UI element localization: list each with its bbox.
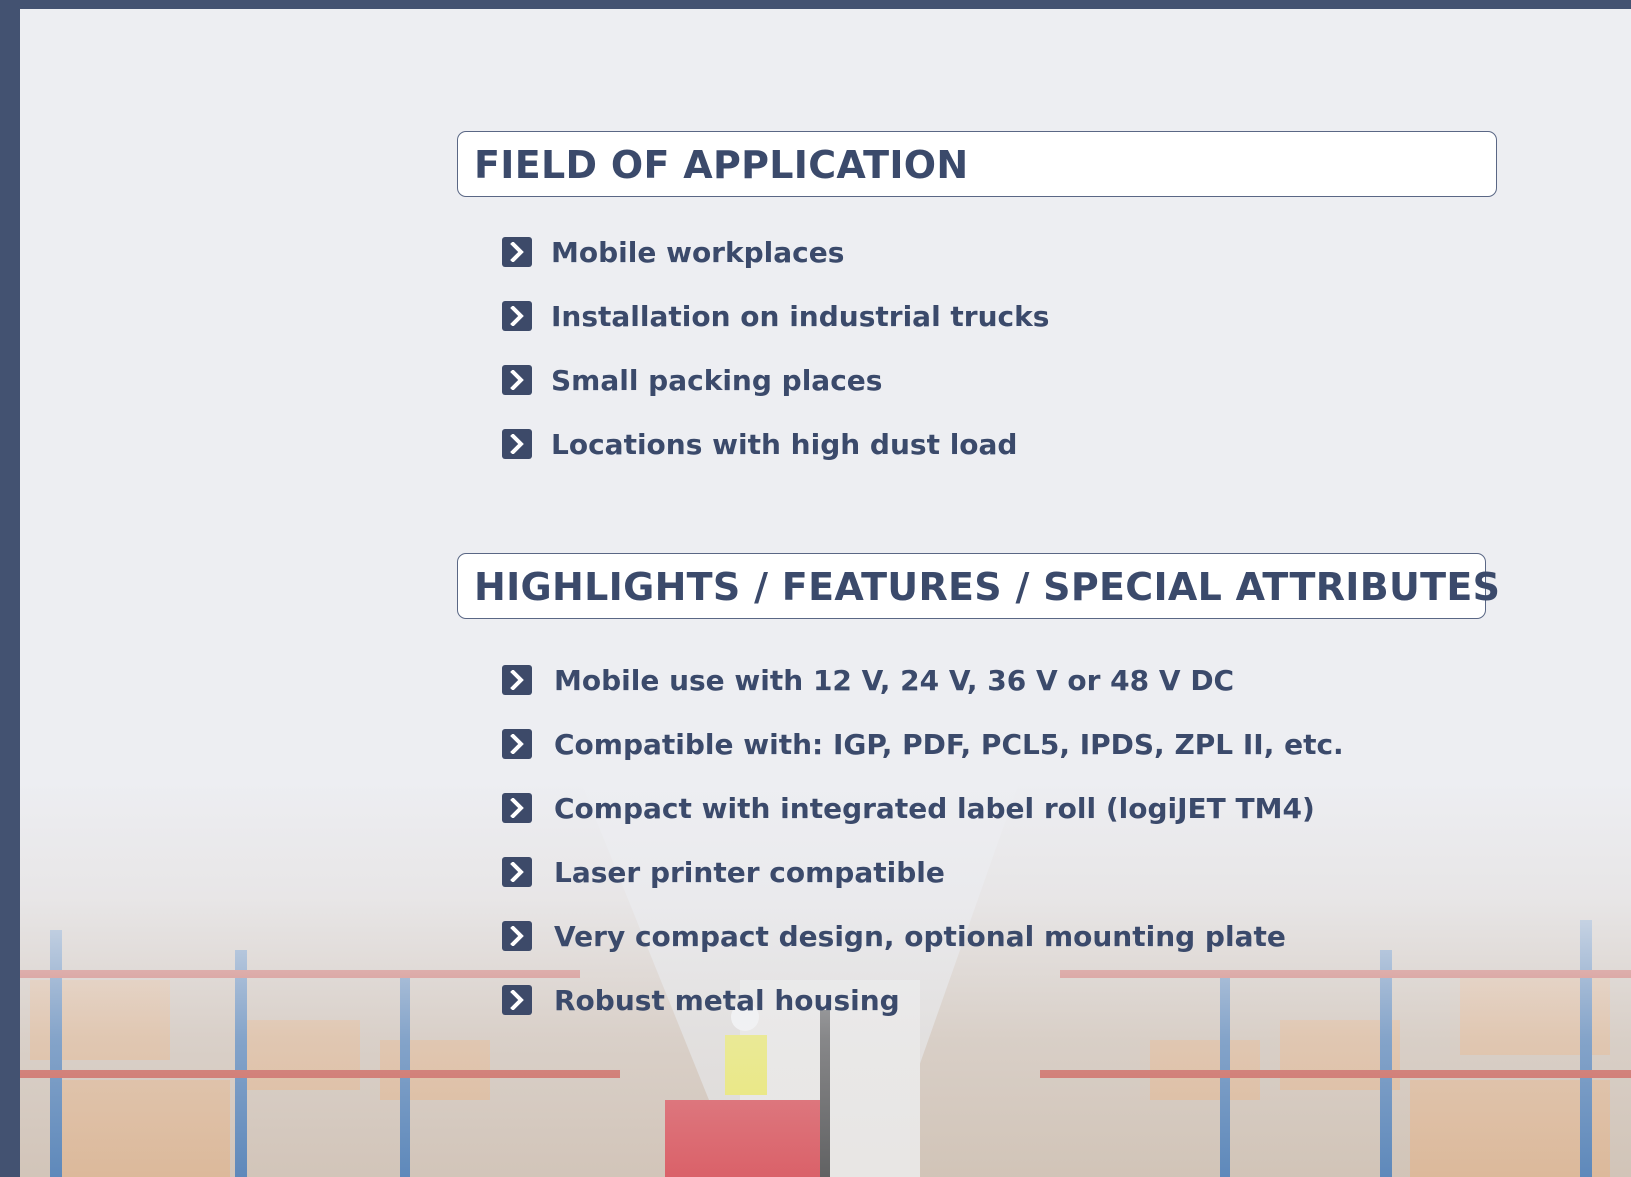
list-item-text: Robust metal housing — [554, 983, 900, 1017]
list-item: Compact with integrated label roll (logi… — [502, 776, 1344, 840]
list-item-text: Compact with integrated label roll (logi… — [554, 791, 1315, 825]
list-item: Robust metal housing — [502, 968, 1344, 1032]
list-item: Compatible with: IGP, PDF, PCL5, IPDS, Z… — [502, 712, 1344, 776]
list-item-text: Compatible with: IGP, PDF, PCL5, IPDS, Z… — [554, 727, 1344, 761]
list-item: Laser printer compatible — [502, 840, 1344, 904]
field-of-application-header: FIELD OF APPLICATION — [457, 131, 1497, 197]
field-of-application-title: FIELD OF APPLICATION — [474, 143, 969, 187]
chevron-right-icon — [502, 921, 532, 951]
list-item-text: Very compact design, optional mounting p… — [554, 919, 1286, 953]
list-item-text: Small packing places — [551, 363, 883, 397]
chevron-right-icon — [502, 793, 532, 823]
list-item-text: Laser printer compatible — [554, 855, 945, 889]
highlights-header: HIGHLIGHTS / FEATURES / SPECIAL ATTRIBUT… — [457, 553, 1500, 619]
chevron-right-icon — [502, 429, 532, 459]
list-item-text: Locations with high dust load — [551, 427, 1018, 461]
field-of-application-list: Mobile workplaces Installation on indust… — [502, 220, 1049, 476]
chevron-right-icon — [502, 301, 532, 331]
list-item: Mobile use with 12 V, 24 V, 36 V or 48 V… — [502, 648, 1344, 712]
list-item-text: Installation on industrial trucks — [551, 299, 1050, 333]
list-item: Mobile workplaces — [502, 220, 1049, 284]
list-item-text: Mobile use with 12 V, 24 V, 36 V or 48 V… — [554, 663, 1235, 697]
chevron-right-icon — [502, 665, 532, 695]
highlights-title: HIGHLIGHTS / FEATURES / SPECIAL ATTRIBUT… — [474, 565, 1501, 609]
highlights-list: Mobile use with 12 V, 24 V, 36 V or 48 V… — [502, 648, 1344, 1032]
top-frame-bar — [0, 0, 1631, 9]
list-item-text: Mobile workplaces — [551, 235, 845, 269]
list-item: Installation on industrial trucks — [502, 284, 1049, 348]
chevron-right-icon — [502, 729, 532, 759]
list-item: Small packing places — [502, 348, 1049, 412]
chevron-right-icon — [502, 365, 532, 395]
left-frame-bar — [0, 0, 20, 1177]
chevron-right-icon — [502, 237, 532, 267]
list-item: Very compact design, optional mounting p… — [502, 904, 1344, 968]
chevron-right-icon — [502, 857, 532, 887]
chevron-right-icon — [502, 985, 532, 1015]
list-item: Locations with high dust load — [502, 412, 1049, 476]
